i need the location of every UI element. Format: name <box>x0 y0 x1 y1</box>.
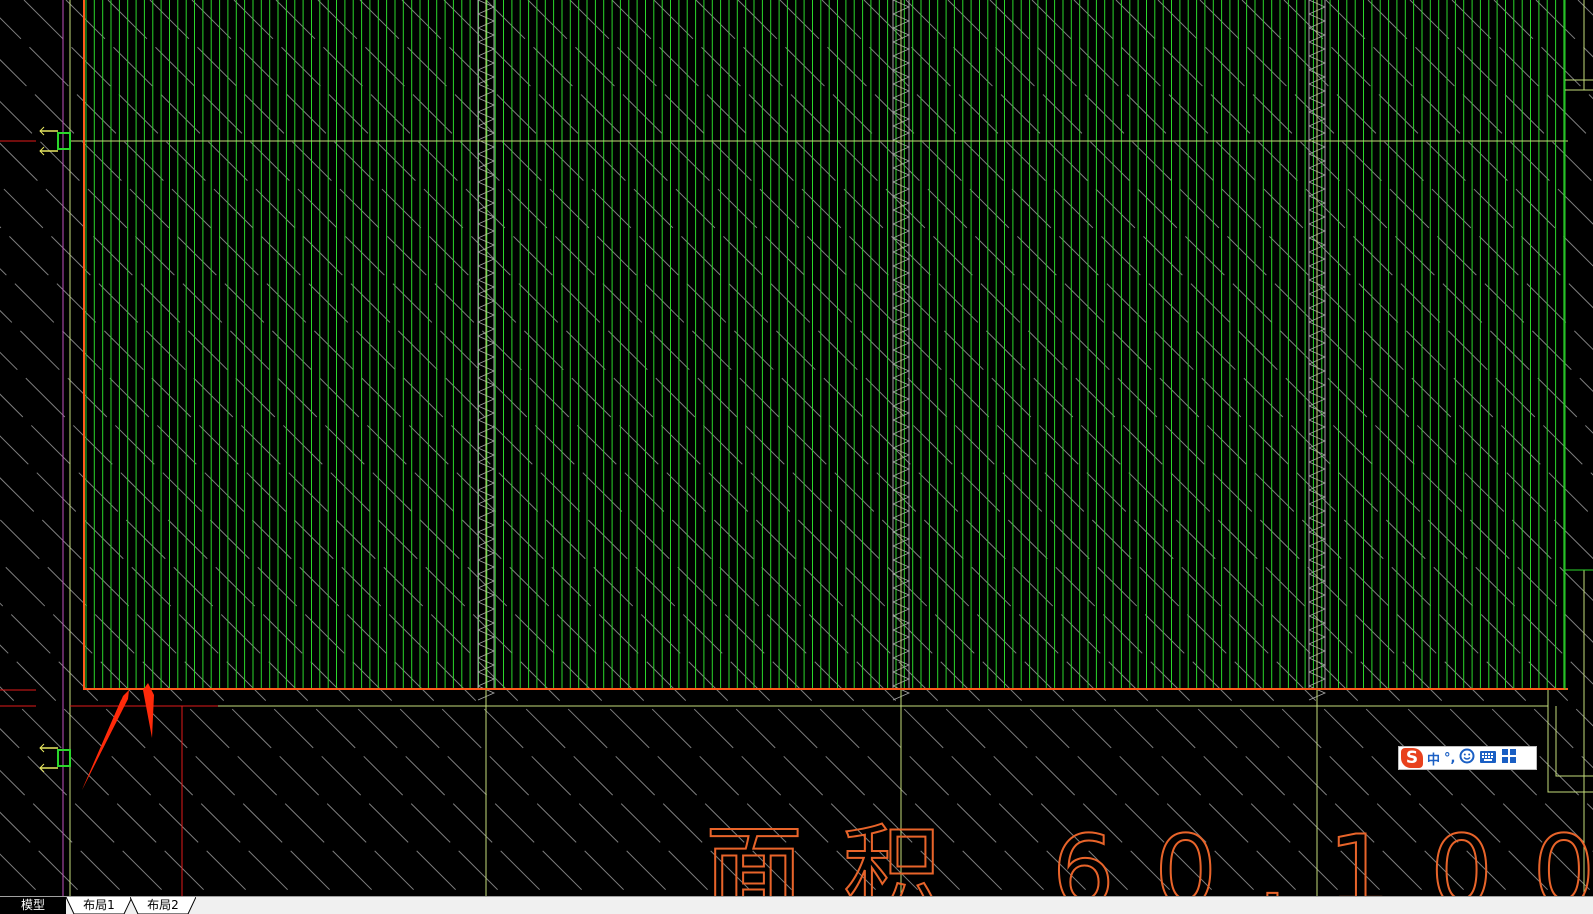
outline-layer <box>0 0 1593 896</box>
diagonal-hatch-line <box>0 686 211 896</box>
red-arrow-annotations <box>82 683 154 790</box>
tab-model[interactable]: 模型 <box>0 897 66 914</box>
diagonal-hatch-line <box>0 853 43 896</box>
anchor-marker <box>57 132 71 150</box>
diagonal-hatch-line <box>0 17 883 896</box>
smiley-icon[interactable] <box>1459 748 1475 768</box>
cad-drawing-canvas[interactable]: 面积 60.100 <box>0 0 1593 896</box>
diagonal-hatch-layer <box>0 0 1593 896</box>
drawing-viewport[interactable]: 面积 60.100 S 中 °, <box>0 0 1593 896</box>
area-annotation: 面积 60.100 <box>705 815 1593 896</box>
tab-layout2[interactable]: 布局2 <box>130 897 196 914</box>
red-arrow-2 <box>143 683 154 738</box>
anchor-marker <box>57 749 71 767</box>
diagonal-hatch-line <box>0 309 589 896</box>
layout-tab-bar: 模型 布局1 布局2 <box>0 896 1593 914</box>
diagonal-hatch-line <box>0 184 715 896</box>
diagonal-hatch-line <box>0 644 253 896</box>
sogou-logo-icon[interactable]: S <box>1401 748 1423 768</box>
tab-layout2-label: 布局2 <box>147 898 179 912</box>
grid-menu-icon[interactable] <box>1501 748 1517 768</box>
tab-layout1[interactable]: 布局1 <box>66 897 132 914</box>
vertical-hatch-layer <box>85 0 1565 688</box>
keyboard-icon[interactable] <box>1479 749 1497 768</box>
diagonal-hatch-line <box>1577 0 1593 16</box>
ime-punctuation-toggle[interactable]: °, <box>1444 751 1455 766</box>
right-edge-line <box>1547 690 1593 793</box>
tab-layout1-label: 布局1 <box>83 898 115 912</box>
tab-model-label: 模型 <box>20 898 45 912</box>
diagonal-hatch-line <box>0 518 379 896</box>
ime-mode-toggle[interactable]: 中 <box>1427 749 1440 768</box>
annotation-text-layer: 面积 60.100 <box>704 814 1593 896</box>
diagonal-hatch-line <box>0 351 547 896</box>
ime-toolbar[interactable]: S 中 °, <box>1398 746 1537 770</box>
